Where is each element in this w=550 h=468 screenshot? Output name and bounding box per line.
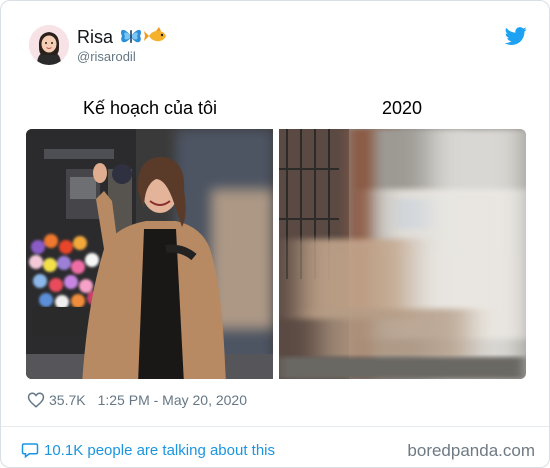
watermark: boredpanda.com (407, 441, 535, 460)
twitter-bird-icon[interactable] (505, 25, 527, 47)
like-count[interactable]: 35.7K (49, 392, 86, 408)
author-handle[interactable]: @risarodil (77, 49, 136, 64)
comment-bubble-icon (21, 443, 39, 459)
photo-left[interactable] (26, 129, 273, 379)
tweet-meta: 35.7K 1:25 PM - May 20, 2020 (27, 391, 247, 409)
heart-icon[interactable] (27, 391, 45, 409)
timestamp[interactable]: 1:25 PM - May 20, 2020 (98, 392, 247, 408)
tweet-card: Risa @risarodil Kế hoạch của tôi 2020 35… (0, 0, 550, 468)
author-name[interactable]: Risa (77, 27, 113, 47)
photo-right[interactable] (279, 129, 526, 379)
caption-left: Kế hoạch của tôi (82, 98, 218, 118)
divider (1, 426, 549, 427)
butterfly-icon (121, 29, 141, 43)
avatar[interactable] (29, 25, 69, 65)
fish-icon (144, 27, 166, 42)
conversation-link[interactable]: 10.1K people are talking about this (21, 441, 275, 459)
caption-right: 2020 (381, 98, 423, 118)
conversation-text[interactable]: 10.1K people are talking about this (44, 442, 275, 459)
